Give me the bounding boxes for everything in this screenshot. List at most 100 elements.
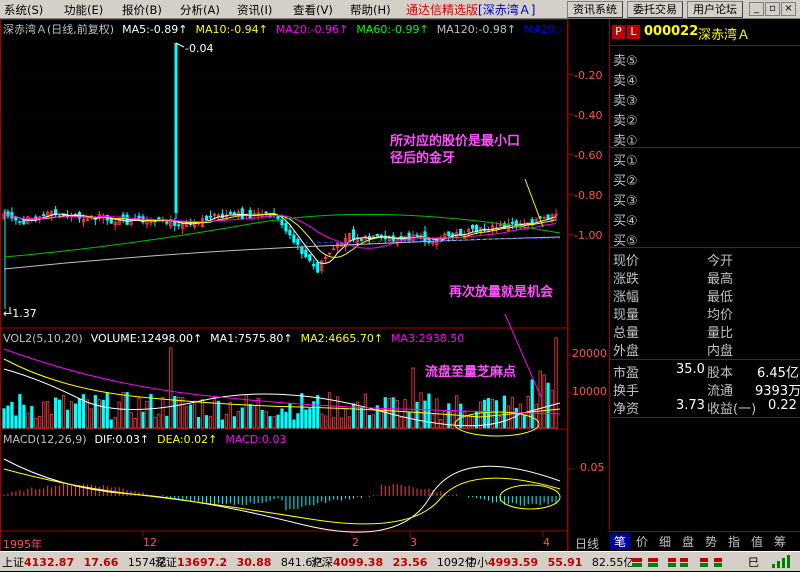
tab-index[interactable]: 指 — [724, 533, 744, 550]
p-badge-icon: P — [612, 25, 625, 39]
signal-strength-icon — [770, 555, 796, 569]
fund-label: 市盈 — [613, 366, 640, 381]
tab-trend[interactable]: 势 — [701, 533, 721, 550]
fund-value: 9393万 — [755, 384, 800, 399]
volume-legend-item: VOLUME:12498.00↑ — [90, 332, 203, 345]
quote-label: 涨跌 — [613, 272, 640, 287]
macd-legend-item: DEA:0.02↑ — [157, 433, 218, 446]
macd-legend-item: DIF:0.03↑ — [94, 433, 150, 446]
tab-chips[interactable]: 筹 — [770, 533, 790, 550]
annotation-text: 流盘至量芝麻点 — [425, 365, 517, 380]
fund-label: 收益(一) — [707, 402, 757, 417]
tab-ticks[interactable]: 笔 — [610, 533, 630, 550]
price-axis-label: -0.80 — [574, 189, 603, 202]
l-badge-icon: L — [627, 25, 640, 39]
fund-label: 净资 — [613, 402, 640, 417]
quote-label: 均价 — [707, 308, 734, 323]
volume-legend-item: MA2:4665.70↑ — [300, 332, 384, 345]
menu-analysis[interactable]: 分析(A) — [180, 2, 220, 18]
price-axis-label: -0.60 — [574, 149, 603, 162]
volume-legend-item: MA1:7575.80↑ — [210, 332, 293, 345]
fund-value: 0.22 — [768, 398, 797, 413]
annotation-text: 径后的金牙 — [390, 151, 456, 166]
tab-value[interactable]: 值 — [747, 533, 767, 550]
price-axis-label: -0.40 — [574, 109, 603, 122]
app-brand: 通达信精选版[深赤湾Ａ] — [406, 3, 536, 17]
price-indicator-header: 深赤湾Ａ(日线,前复权) MA5:-0.89↑ MA10:-0.94↑ MA20:-0… — [3, 23, 563, 36]
info-system-button[interactable]: 资讯系统 — [567, 1, 623, 18]
sell-level: 卖④ — [613, 74, 638, 89]
menu-help[interactable]: 帮助(H) — [350, 2, 391, 18]
macd-legend-item: MACD:0.03 — [225, 433, 287, 446]
restore-icon[interactable]: ▫ — [765, 2, 780, 16]
quote-label: 现量 — [613, 308, 640, 323]
close-icon[interactable]: × — [781, 2, 796, 16]
status-index-sz[interactable]: 深证13697.2 30.88 841.6亿 — [155, 554, 323, 570]
stock-code: 000022 — [644, 24, 699, 39]
volume-axis-label: 10000 — [572, 385, 607, 398]
forum-button[interactable]: 用户论坛 — [687, 1, 743, 18]
sell-level: 卖② — [613, 114, 638, 129]
tab-depth[interactable]: 盘 — [678, 533, 698, 550]
date-axis-label: 12 — [143, 536, 157, 549]
volume-indicator-header: VOL2(5,10,20) VOLUME:12498.00↑ MA1:7575.80… — [3, 332, 465, 345]
menu-quote[interactable]: 报价(B) — [122, 2, 162, 18]
quote-label: 内盘 — [707, 344, 734, 359]
market-breadth-bars-icon — [628, 556, 738, 568]
quote-label: 最低 — [707, 290, 734, 305]
minimize-icon[interactable]: _ — [749, 2, 764, 16]
status-right: 巳 — [748, 556, 759, 569]
fund-label: 流通 — [707, 384, 734, 399]
menu-view[interactable]: 查看(V) — [293, 2, 333, 18]
menu-info[interactable]: 资讯(I) — [237, 2, 272, 18]
fund-value: 35.0 — [676, 362, 705, 377]
buy-level: 买② — [613, 174, 638, 189]
fund-value: 6.45亿 — [757, 366, 799, 381]
quote-label: 总量 — [613, 326, 640, 341]
menu-function[interactable]: 功能(E) — [64, 2, 103, 18]
annotation-text: 再次放量就是机会 — [449, 285, 554, 300]
status-index-zx[interactable]: 中小4993.59 55.91 82.55亿 — [466, 554, 634, 570]
price-axis-label: -0.20 — [574, 69, 603, 82]
tab-detail[interactable]: 细 — [655, 533, 675, 550]
date-axis-label: 4 — [543, 536, 550, 549]
tab-price[interactable]: 价 — [632, 533, 652, 550]
ma-legend-item: MA60:-0.99↑ — [356, 23, 429, 36]
status-index-hs[interactable]: 沪深4099.38 23.56 1092亿 — [311, 554, 476, 570]
status-bar: 上证4132.87 17.66 1574亿 深证13697.2 30.88 84… — [0, 551, 800, 571]
status-index-sh[interactable]: 上证4132.87 17.66 1574亿 — [2, 554, 167, 570]
right-tab-bar: 笔 价 细 盘 势 指 值 筹 — [609, 531, 800, 551]
date-axis-label: 1995年 — [3, 538, 42, 551]
buy-level: 买③ — [613, 194, 638, 209]
quote-label: 现价 — [613, 254, 640, 269]
period-label[interactable]: 日线 — [575, 535, 599, 552]
price-axis-label: -1.00 — [574, 229, 603, 242]
ma-legend-item: MA20:-0.96↑ — [275, 23, 349, 36]
date-axis-label: 3 — [410, 536, 417, 549]
quote-label: 涨幅 — [613, 290, 640, 305]
fund-label: 股本 — [707, 366, 734, 381]
menu-system[interactable]: 系统(S) — [4, 2, 43, 18]
chart-area[interactable]: 深赤湾Ａ(日线,前复权) MA5:-0.89↑ MA10:-0.94↑ MA20:-0… — [0, 19, 608, 553]
macd-axis-label: 0.05 — [580, 461, 605, 474]
buy-level: 买④ — [613, 214, 638, 229]
quote-label: 外盘 — [613, 344, 640, 359]
ma-legend-item: MA120:-0.98↑ — [436, 23, 517, 36]
quote-label: 今开 — [707, 254, 734, 269]
ma-legend-item: MA20:- — [524, 23, 563, 36]
high-price-marker: -0.04 — [185, 42, 214, 55]
ma-legend-item: MA10:-0.94↑ — [195, 23, 268, 36]
macd-indicator-header: MACD(12,26,9) DIF:0.03↑ DEA:0.02↑ MACD:0.03 — [3, 433, 287, 446]
quote-label: 最高 — [707, 272, 734, 287]
trade-button[interactable]: 委托交易 — [627, 1, 683, 18]
low-price-marker: ←1.37 — [3, 307, 37, 320]
fund-label: 换手 — [613, 384, 640, 399]
window-title: [深赤湾Ａ] — [478, 3, 536, 17]
sell-level: 卖⑤ — [613, 54, 638, 69]
menu-bar: 系统(S) 功能(E) 报价(B) 分析(A) 资讯(I) 查看(V) 帮助(H… — [0, 0, 800, 19]
buy-level: 买① — [613, 154, 638, 169]
fund-value: 3.73 — [676, 398, 705, 413]
volume-legend-item: MA3:2938.50 — [391, 332, 465, 345]
quote-panel: P L 000022 深赤湾Ａ 卖⑤ 卖④ 卖③ 卖② 卖① 买① 买② 买③ … — [609, 19, 800, 534]
quote-label: 量比 — [707, 326, 734, 341]
